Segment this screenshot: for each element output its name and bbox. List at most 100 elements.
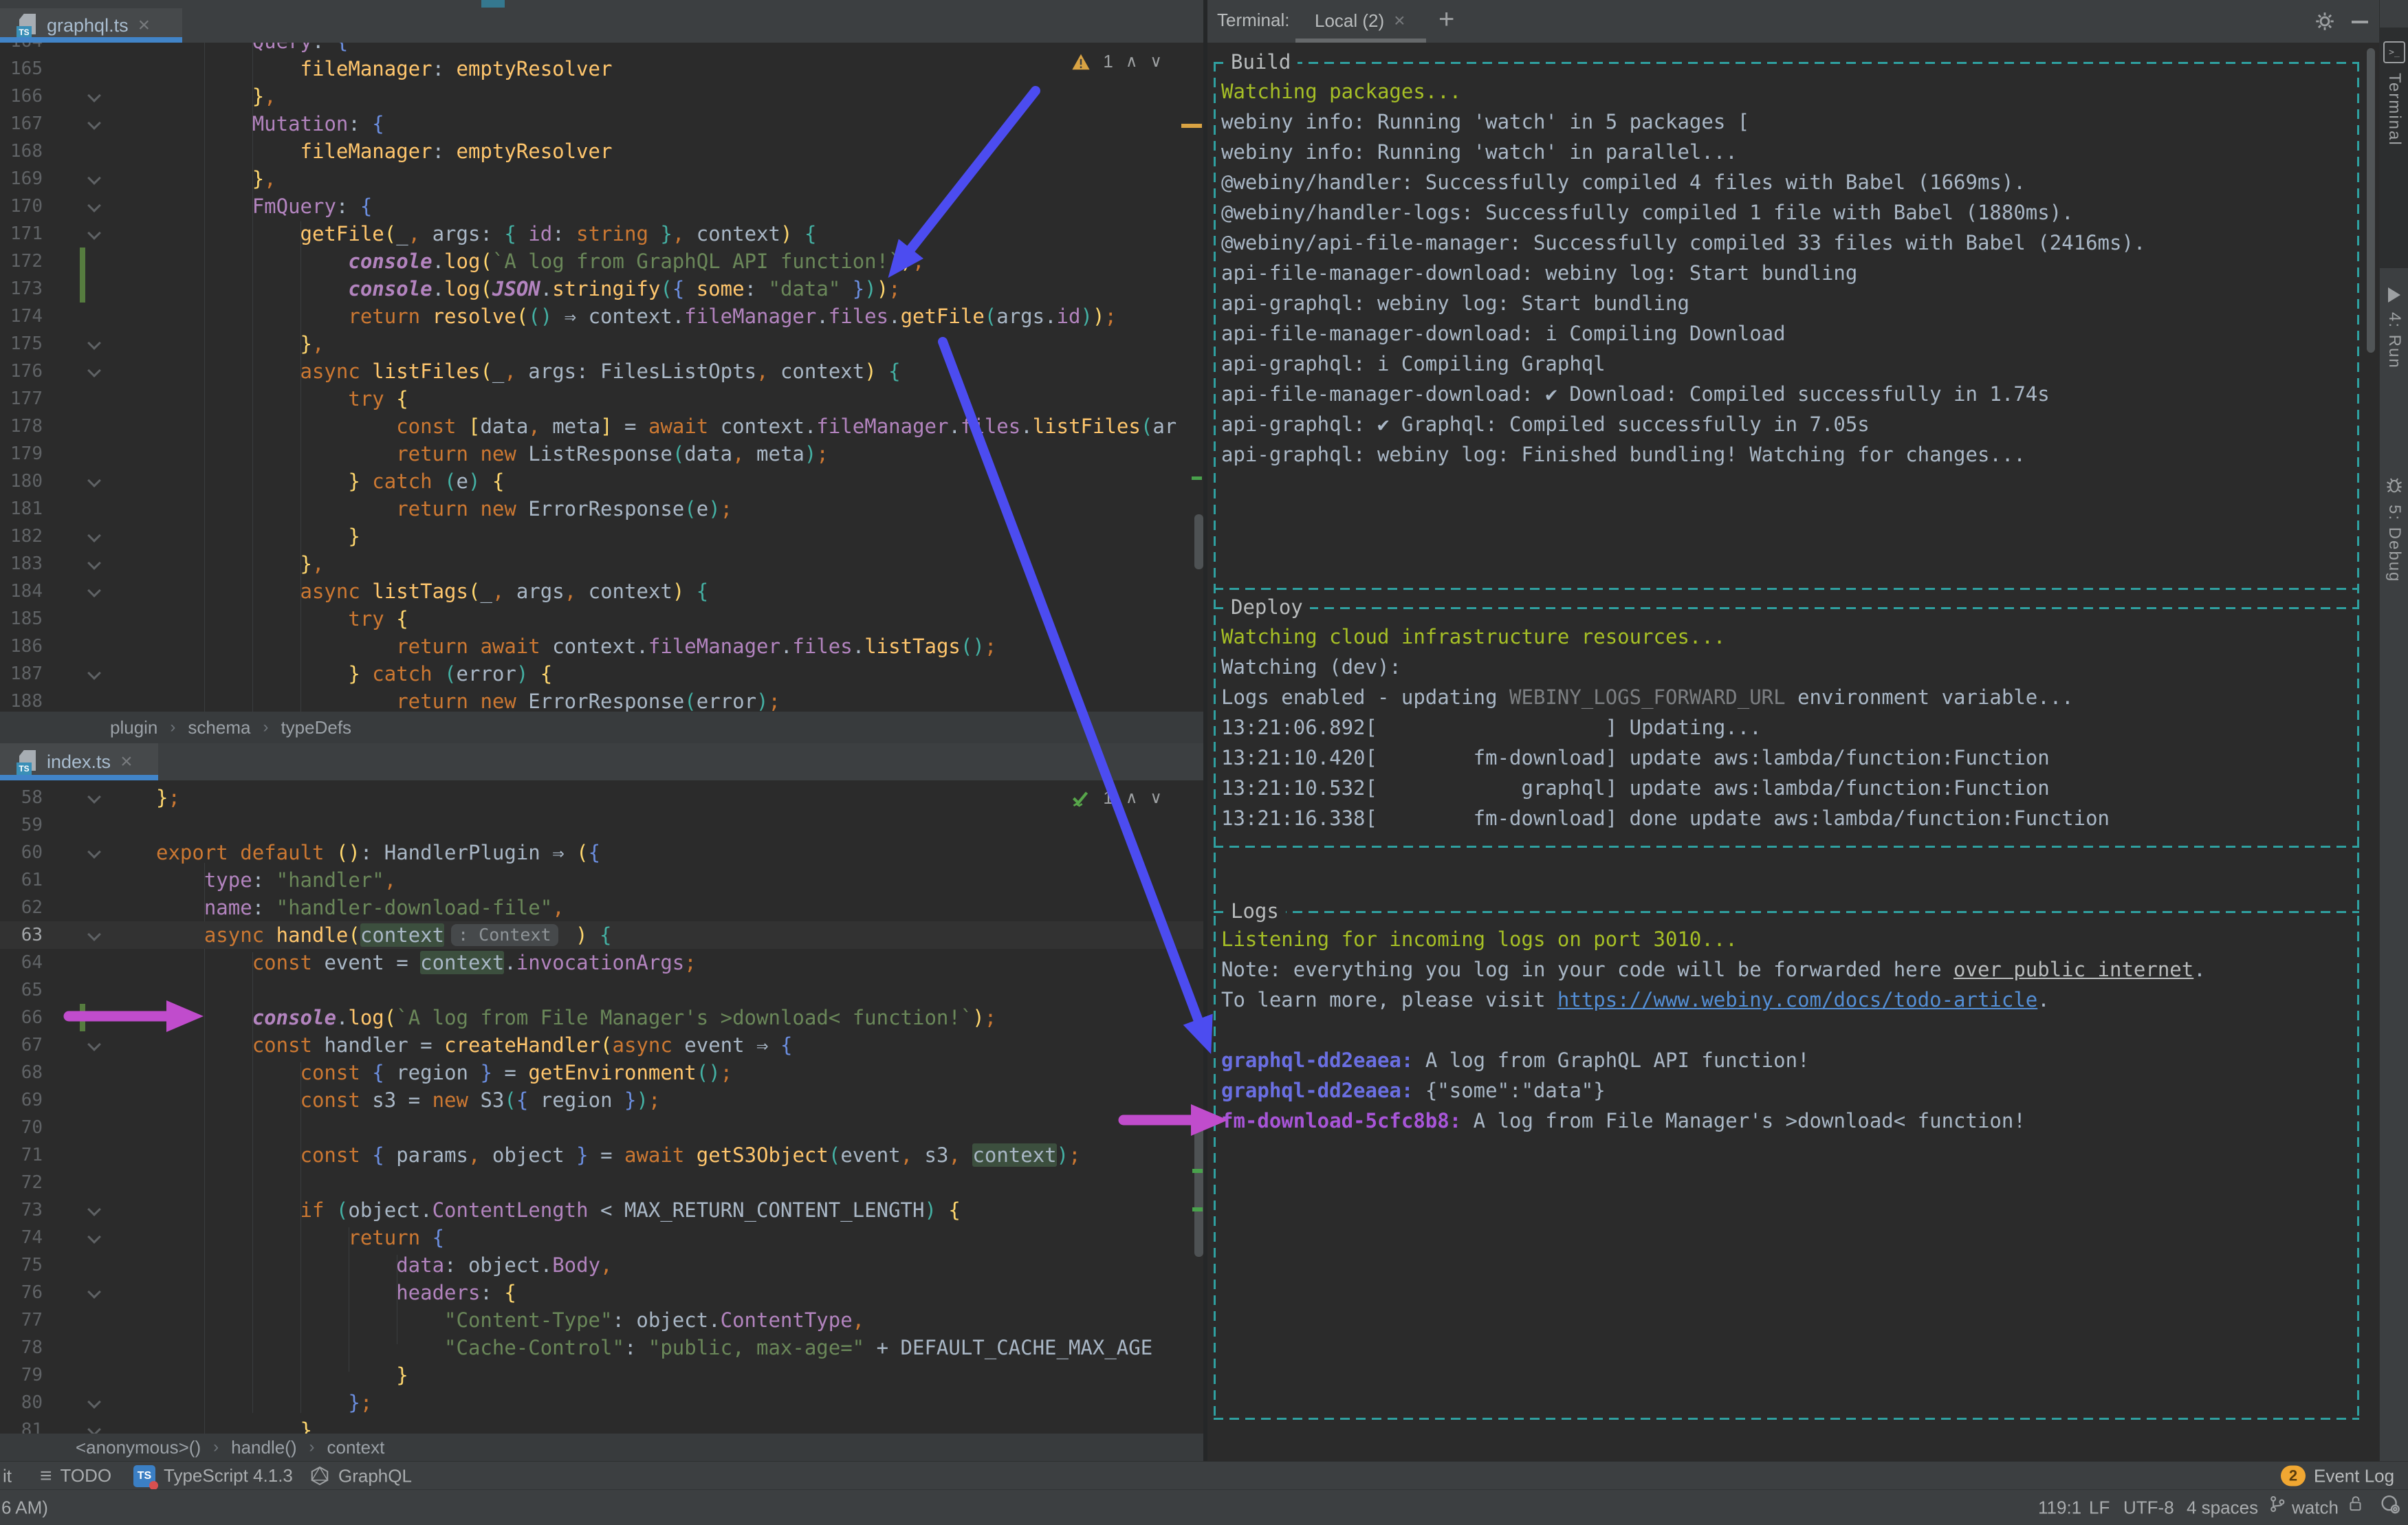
fold-marker-icon[interactable]	[87, 89, 101, 102]
code-line: 186 return await context.fileManager.fil…	[0, 633, 1207, 660]
typescript-widget[interactable]: TS TypeScript 4.1.3	[133, 1464, 293, 1490]
fold-marker-icon[interactable]	[87, 584, 101, 597]
editor-graphql-ts[interactable]: 164 Query: {165 fileManager: emptyResolv…	[0, 43, 1207, 712]
breadcrumb-item[interactable]: schema	[188, 717, 250, 738]
line-number: 73	[21, 1200, 43, 1220]
prev-warning-icon[interactable]: ∧	[1126, 52, 1138, 72]
close-icon[interactable]: ×	[1394, 10, 1405, 32]
list-icon: ≡	[40, 1464, 52, 1487]
terminal-output[interactable]: Build Deploy Logs Watching packages... we…	[1207, 43, 2379, 1461]
fold-marker-icon[interactable]	[87, 199, 101, 212]
tool-button-debug[interactable]: 5: Debug	[2380, 476, 2408, 655]
breadcrumb-item[interactable]: plugin	[110, 717, 157, 738]
line-number: 184	[10, 581, 43, 602]
line-number: 172	[10, 251, 43, 272]
code-line: 80 };	[0, 1389, 1207, 1416]
inspection-widget[interactable]: 1 ∧ ∨	[1071, 51, 1162, 72]
breadcrumb-item[interactable]: typeDefs	[281, 717, 351, 738]
prev-warning-icon[interactable]: ∧	[1126, 788, 1138, 808]
editor2-tabbar: TS index.ts ×	[0, 743, 1207, 780]
new-terminal-button[interactable]: +	[1438, 4, 1454, 35]
fold-marker-icon[interactable]	[87, 171, 101, 185]
next-warning-icon[interactable]: ∨	[1150, 52, 1162, 72]
encoding-widget[interactable]: UTF-8	[2123, 1497, 2174, 1519]
fold-marker-icon[interactable]	[87, 845, 101, 859]
fold-marker-icon[interactable]	[87, 928, 101, 941]
fold-marker-icon[interactable]	[87, 790, 101, 804]
reader-mode-gear-icon[interactable]	[2379, 1493, 2401, 1519]
event-log-widget[interactable]: 2 Event Log	[2281, 1465, 2394, 1486]
terminal-line: api-file-manager-download: webiny log: S…	[1221, 261, 1858, 285]
fold-marker-icon[interactable]	[87, 336, 101, 350]
fold-marker-icon[interactable]	[87, 1423, 101, 1434]
breadcrumb-item[interactable]: context	[327, 1437, 385, 1458]
terminal-tab-local[interactable]: Local (2) ×	[1315, 10, 1405, 32]
editor2-scrollbar[interactable]	[1194, 1119, 1203, 1257]
fold-marker-icon[interactable]	[87, 364, 101, 377]
line-number: 62	[21, 897, 43, 918]
code-line: 183 },	[0, 550, 1207, 578]
line-number: 180	[10, 471, 43, 492]
fold-marker-icon[interactable]	[87, 1038, 101, 1051]
gutter-change-bar	[80, 275, 85, 303]
line-number: 176	[10, 361, 43, 382]
git-branch-icon[interactable]	[2268, 1494, 2287, 1518]
line-ending-widget[interactable]: LF	[2089, 1497, 2110, 1519]
line-number: 173	[10, 278, 43, 299]
branch-name[interactable]: watch	[2292, 1497, 2339, 1519]
line-number: 65	[21, 980, 43, 1000]
fold-marker-icon[interactable]	[87, 529, 101, 542]
fold-marker-icon[interactable]	[87, 474, 101, 487]
code-line: 166 },	[0, 83, 1207, 110]
terminal-settings-gear-icon[interactable]	[2313, 10, 2336, 36]
typescript-file-icon: TS	[17, 14, 37, 39]
code-line: 67 const handler = createHandler(async e…	[0, 1031, 1207, 1059]
close-icon[interactable]: ×	[120, 751, 133, 772]
line-number: 165	[10, 58, 43, 79]
terminal-line: @webiny/api-file-manager: Successfully c…	[1221, 231, 2146, 254]
todo-widget[interactable]: ≡ TODO	[40, 1464, 111, 1488]
breadcrumb-item[interactable]: <anonymous>()	[76, 1437, 201, 1458]
line-number: 59	[21, 815, 43, 835]
inspection-widget[interactable]: 1 ∧ ∨	[1070, 787, 1162, 809]
tab-index-ts[interactable]: TS index.ts ×	[0, 743, 158, 780]
line-number: 81	[21, 1420, 43, 1434]
code-line: 187 } catch (error) {	[0, 660, 1207, 688]
indent-widget[interactable]: 4 spaces	[2187, 1497, 2258, 1519]
terminal-link[interactable]: https://www.webiny.com/docs/todo-article	[1557, 988, 2037, 1011]
graphql-widget[interactable]: GraphQL	[309, 1465, 412, 1486]
terminal-line: To learn more, please visit https://www.…	[1221, 988, 2050, 1011]
terminal-line: fm-download-5cfc8b8: A log from File Man…	[1221, 1109, 2026, 1132]
active-tab-underline	[0, 775, 158, 780]
hide-panel-icon[interactable]	[2352, 21, 2368, 23]
fold-marker-icon[interactable]	[87, 1230, 101, 1244]
close-icon[interactable]: ×	[138, 15, 151, 36]
code-line: 64 const event = context.invocationArgs;	[0, 949, 1207, 976]
logs-box-top	[1214, 911, 2359, 913]
fold-marker-icon[interactable]	[87, 116, 101, 130]
fold-marker-icon[interactable]	[87, 226, 101, 240]
code-line: 76 headers: {	[0, 1279, 1207, 1306]
terminal-scrollbar[interactable]	[2367, 48, 2375, 353]
code-line: 79 }	[0, 1361, 1207, 1389]
terminal-line: @webiny/handler: Successfully compiled 4…	[1221, 171, 2026, 194]
fold-marker-icon[interactable]	[87, 1395, 101, 1409]
fold-marker-icon[interactable]	[87, 1203, 101, 1216]
breadcrumb-item[interactable]: handle()	[231, 1437, 296, 1458]
line-number: 174	[10, 306, 43, 327]
fold-marker-icon[interactable]	[87, 666, 101, 680]
next-warning-icon[interactable]: ∨	[1150, 788, 1162, 808]
caret-position-widget[interactable]: 119:1	[2038, 1497, 2081, 1519]
tab-graphql-ts[interactable]: TS graphql.ts ×	[0, 8, 182, 43]
vcs-widget-partial[interactable]: it	[3, 1465, 12, 1486]
lock-icon[interactable]	[2347, 1493, 2365, 1519]
fold-marker-icon[interactable]	[87, 1285, 101, 1299]
editor-index-ts[interactable]: 58}; 59 60 export default (): HandlerPlugin…	[0, 780, 1207, 1434]
tool-button-run[interactable]: 4: Run	[2380, 287, 2408, 446]
terminal-line: @webiny/handler-logs: Successfully compi…	[1221, 201, 2074, 224]
line-number: 75	[21, 1255, 43, 1275]
tool-button-terminal[interactable]: >_ Terminal	[2380, 28, 2408, 268]
fold-marker-icon[interactable]	[87, 556, 101, 570]
code-line: 78 "Cache-Control": "public, max-age=" +…	[0, 1334, 1207, 1361]
editor1-scrollbar[interactable]	[1194, 514, 1203, 569]
